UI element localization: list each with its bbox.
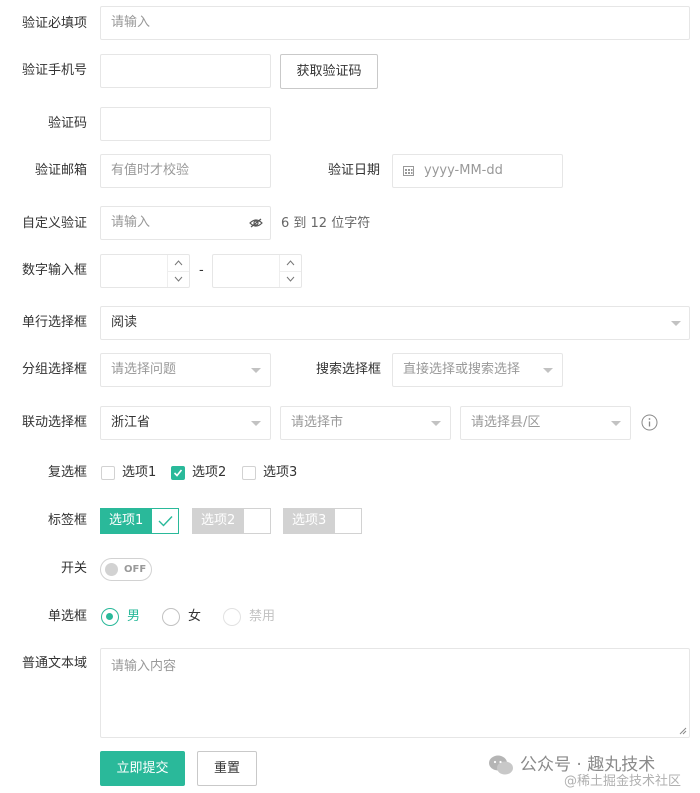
chevron-down-icon[interactable]: [174, 276, 183, 282]
tag-option-3[interactable]: 选项3: [283, 508, 362, 534]
tag-option-1[interactable]: 选项1: [100, 508, 179, 534]
switch-knob: [105, 563, 118, 576]
chevron-down-icon: [671, 321, 681, 326]
single-select[interactable]: 阅读: [100, 306, 690, 340]
city-select[interactable]: 请选择市: [280, 406, 451, 440]
chevron-down-icon[interactable]: [286, 276, 295, 282]
wechat-icon: [489, 755, 513, 775]
date-placeholder: yyyy-MM-dd: [424, 163, 503, 178]
chevron-down-icon: [543, 368, 553, 373]
switch-state: OFF: [124, 564, 147, 575]
textarea[interactable]: 请输入内容: [100, 648, 690, 738]
search-select-label: 搜索选择框: [316, 362, 382, 377]
email-placeholder: 有值时才校验: [111, 163, 190, 178]
checkbox-3[interactable]: [242, 466, 256, 480]
check-icon: [158, 516, 173, 527]
radio-female[interactable]: [162, 608, 180, 626]
radio-female-label: 女: [188, 609, 202, 624]
number-label: 数字输入框: [21, 263, 87, 278]
checkbox-label: 复选框: [47, 465, 87, 480]
chevron-down-icon: [611, 421, 621, 426]
tag-option-3-label: 选项3: [283, 508, 334, 534]
search-select[interactable]: 直接选择或搜索选择: [392, 353, 563, 387]
calendar-icon: [403, 166, 414, 176]
submit-button[interactable]: 立即提交: [100, 751, 185, 786]
custom-input[interactable]: 请输入: [100, 206, 271, 240]
switch-label: 开关: [60, 561, 87, 576]
resize-handle-icon[interactable]: [679, 727, 687, 735]
district-select[interactable]: 请选择县/区: [460, 406, 631, 440]
number-max-stepper[interactable]: [279, 255, 301, 287]
chevron-down-icon: [431, 421, 441, 426]
chevron-down-icon: [251, 421, 261, 426]
reset-button[interactable]: 重置: [197, 751, 257, 786]
province-select[interactable]: 浙江省: [100, 406, 271, 440]
watermark-sub: @稀土掘金技术社区: [564, 774, 682, 789]
number-min-input[interactable]: [100, 254, 190, 288]
number-max-input[interactable]: [212, 254, 302, 288]
checkbox-2-label: 选项2: [192, 465, 227, 480]
custom-label: 自定义验证: [21, 216, 87, 231]
tags-label: 标签框: [47, 513, 87, 528]
switch-toggle[interactable]: OFF: [100, 558, 152, 581]
radio-disabled: [223, 608, 241, 626]
code-input[interactable]: [100, 107, 271, 141]
checkbox-1[interactable]: [101, 466, 115, 480]
group-select[interactable]: 请选择问题: [100, 353, 271, 387]
date-input[interactable]: yyyy-MM-dd: [392, 154, 563, 188]
chevron-down-icon: [251, 368, 261, 373]
checkbox-1-label: 选项1: [122, 465, 157, 480]
tag-option-1-label: 选项1: [100, 508, 151, 534]
radio-male[interactable]: [101, 608, 119, 626]
province-value: 浙江省: [111, 415, 151, 430]
checkbox-2[interactable]: [171, 466, 185, 480]
required-label: 验证必填项: [21, 16, 87, 31]
date-label: 验证日期: [328, 163, 381, 178]
group-select-placeholder: 请选择问题: [111, 362, 177, 377]
eye-icon[interactable]: [249, 218, 263, 228]
group-select-label: 分组选择框: [21, 362, 87, 377]
radio-disabled-label: 禁用: [249, 609, 276, 624]
city-placeholder: 请选择市: [291, 415, 344, 430]
textarea-label: 普通文本域: [21, 656, 87, 671]
code-label: 验证码: [47, 116, 87, 131]
chevron-up-icon[interactable]: [174, 260, 183, 266]
phone-label: 验证手机号: [21, 63, 87, 78]
phone-input[interactable]: [100, 54, 271, 88]
watermark-text: 公众号 · 趣丸技术: [520, 755, 656, 775]
tag-option-3-box: [334, 508, 362, 534]
check-icon: [173, 469, 183, 477]
cascade-label: 联动选择框: [21, 415, 87, 430]
search-select-placeholder: 直接选择或搜索选择: [403, 362, 521, 377]
info-icon[interactable]: [641, 414, 658, 431]
email-label: 验证邮箱: [34, 163, 87, 178]
single-select-label: 单行选择框: [21, 315, 87, 330]
watermark: 公众号 · 趣丸技术 @稀土掘金技术社区: [488, 752, 698, 792]
chevron-up-icon[interactable]: [286, 260, 295, 266]
required-placeholder: 请输入: [111, 15, 151, 30]
number-separator: -: [199, 263, 204, 278]
custom-hint: 6 到 12 位字符: [281, 216, 371, 231]
textarea-placeholder: 请输入内容: [111, 659, 177, 674]
district-placeholder: 请选择县/区: [471, 415, 541, 430]
number-min-stepper[interactable]: [167, 255, 189, 287]
required-input[interactable]: 请输入: [100, 6, 690, 40]
email-input[interactable]: 有值时才校验: [100, 154, 271, 188]
tag-option-1-box: [151, 508, 179, 534]
radio-label: 单选框: [47, 609, 87, 624]
tag-option-2-label: 选项2: [192, 508, 243, 534]
tag-option-2-box: [243, 508, 271, 534]
get-code-button[interactable]: 获取验证码: [280, 54, 378, 89]
custom-placeholder: 请输入: [111, 215, 151, 230]
tag-option-2[interactable]: 选项2: [192, 508, 271, 534]
checkbox-3-label: 选项3: [263, 465, 298, 480]
single-select-value: 阅读: [111, 315, 138, 330]
radio-male-label: 男: [127, 609, 141, 624]
